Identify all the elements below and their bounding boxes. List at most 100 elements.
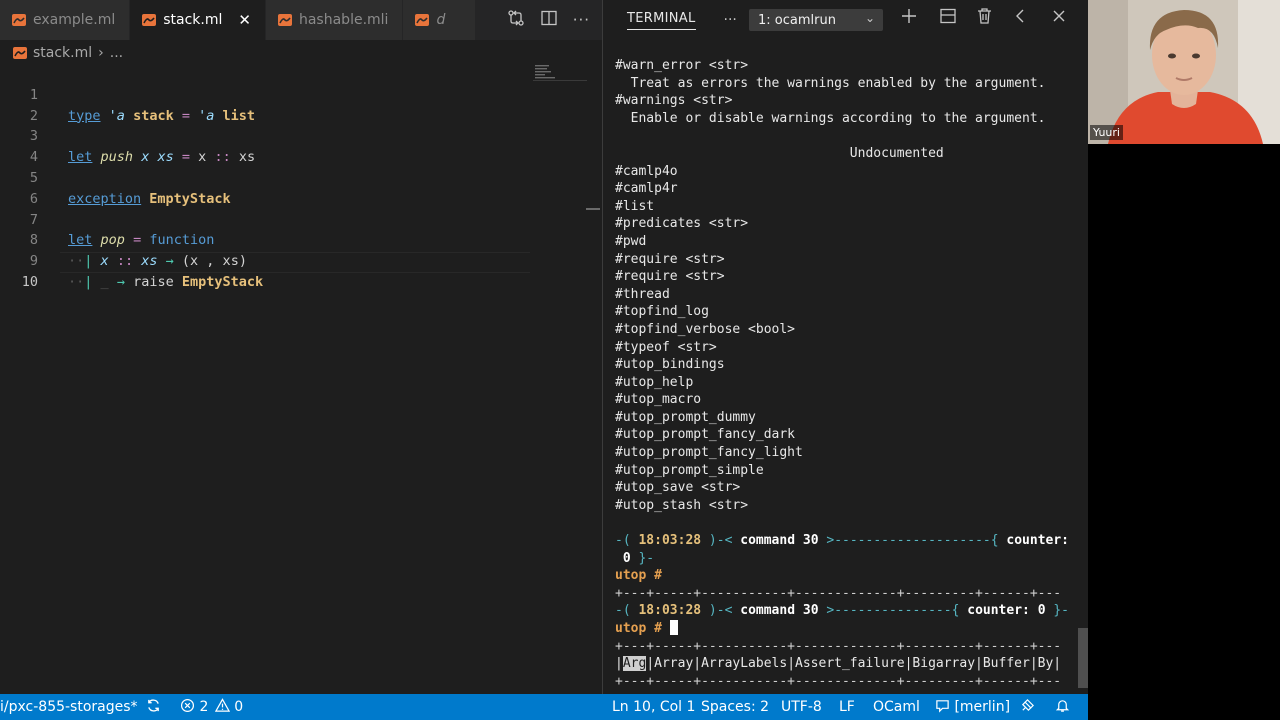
problems-indicator[interactable]: 2 0 — [180, 694, 243, 720]
feedback-icon[interactable] — [1020, 694, 1035, 720]
code-line: 1 type 'a stack = 'a list — [0, 64, 590, 124]
terminal-line: #warnings <str> — [615, 93, 733, 109]
minimap[interactable] — [533, 64, 587, 84]
encoding[interactable]: UTF-8 — [781, 694, 822, 720]
code-editor[interactable]: 1 type 'a stack = 'a list 2 3 let push x… — [0, 64, 590, 290]
overview-ruler-mark — [586, 208, 600, 210]
terminal-cursor — [669, 620, 678, 635]
plus-icon[interactable] — [901, 8, 917, 29]
sync-icon[interactable] — [146, 694, 161, 720]
prompt-dashes: --------------- — [834, 603, 952, 619]
merlin-status[interactable]: [merlin] — [935, 694, 1010, 720]
more-actions-icon[interactable]: ··· — [573, 11, 590, 29]
code-line: 10 — [0, 251, 590, 290]
code-line: 9 ··| _ → raise EmptyStack — [0, 230, 590, 290]
cursor-position[interactable]: Ln 10, Col 1 — [612, 694, 695, 720]
code-line: 6 — [0, 168, 590, 207]
close-icon[interactable]: ✕ — [238, 11, 251, 29]
code-line: 4 — [0, 126, 590, 165]
terminal-line: #require <str> — [615, 269, 725, 285]
chevron-right-icon: › — [98, 45, 104, 61]
trash-icon[interactable] — [977, 8, 992, 29]
tab-hashable-mli[interactable]: hashable.mli — [265, 0, 404, 40]
split-terminal-icon[interactable] — [940, 8, 956, 29]
broadcast-icon — [936, 700, 949, 713]
terminal-line: #utop_save <str> — [615, 480, 741, 496]
arrow: → — [116, 273, 125, 290]
utop-status-line: -( 18:03:28 )-< command 30 >------------… — [615, 603, 1070, 619]
prompt-counter-label: counter: — [1006, 533, 1070, 549]
prompt-command: command 30 — [740, 603, 819, 619]
terminal-scrollbar[interactable] — [1078, 628, 1088, 688]
tab-stack-ml[interactable]: stack.ml ✕ — [130, 0, 266, 40]
close-icon[interactable] — [1052, 8, 1066, 29]
merlin-label: [merlin] — [954, 699, 1011, 715]
terminal-line: #utop_bindings — [615, 357, 725, 373]
completion-border: +---+-----+-----------+-------------+---… — [615, 638, 1062, 654]
breadcrumb-file[interactable]: stack.ml — [33, 45, 92, 61]
language-mode[interactable]: OCaml — [873, 694, 920, 720]
line-number: 10 — [21, 273, 38, 290]
terminal-line: #topfind_log — [615, 304, 709, 320]
prompt-command: command 30 — [740, 533, 819, 549]
prompt-time: 18:03:28 — [638, 533, 702, 549]
editor-actions: ··· — [496, 0, 602, 40]
ocaml-file-icon — [142, 14, 157, 26]
error-icon — [180, 698, 195, 713]
terminal-line: Treat as errors the warnings enabled by … — [615, 75, 1046, 91]
terminal-tab[interactable]: TERMINAL — [627, 11, 696, 30]
ocaml-file-icon — [415, 14, 430, 26]
tab-label: example.ml — [33, 12, 116, 28]
terminal-line: Enable or disable warnings according to … — [615, 110, 1046, 126]
end-of-line[interactable]: LF — [839, 694, 855, 720]
terminal-line: #utop_stash <str> — [615, 497, 749, 513]
terminal-shell-select[interactable]: 1: ocamlrun ⌄ — [749, 9, 883, 31]
terminal-line: #predicates <str> — [615, 216, 749, 232]
terminal-line: #utop_prompt_dummy — [615, 409, 756, 425]
utop-prompt: utop # — [615, 567, 1081, 585]
video-area: Yuuri — [1088, 0, 1280, 720]
terminal-output[interactable]: #warn_error <str> Treat as errors the wa… — [615, 57, 1081, 690]
breadcrumb: stack.ml › ... — [0, 40, 602, 66]
completion-bar[interactable]: |Arg|Array|ArrayLabels|Assert_failure|Bi… — [615, 655, 1081, 673]
webcam-person-image — [1088, 0, 1280, 144]
bell-icon[interactable] — [1055, 694, 1070, 720]
completion-items[interactable]: |Array|ArrayLabels|Assert_failure|Bigarr… — [646, 656, 1061, 671]
warning-count: 0 — [234, 699, 244, 715]
tab-example-ml[interactable]: example.ml — [0, 0, 131, 40]
prompt-label: utop # — [615, 568, 662, 584]
terminal-line: #pwd — [615, 233, 647, 249]
more-icon[interactable]: ··· — [724, 12, 737, 28]
terminal-line: #utop_macro — [615, 392, 702, 408]
editor-pane: example.ml stack.ml ✕ hashable.mli d ···… — [0, 0, 602, 694]
tab-label: d — [436, 12, 446, 28]
code-line: 8 ··| x :: xs → (x , xs) — [0, 210, 590, 269]
indentation[interactable]: Spaces: 2 — [701, 694, 769, 720]
terminal-line: #utop_help — [615, 374, 694, 390]
terminal-line: #utop_prompt_fancy_light — [615, 445, 803, 461]
webcam-feed: Yuuri — [1088, 0, 1280, 144]
code-line: 2 — [0, 85, 590, 124]
terminal-line: #topfind_verbose <bool> — [615, 321, 796, 337]
breadcrumb-symbols[interactable]: ... — [110, 45, 123, 61]
completion-selected[interactable]: Arg — [622, 656, 647, 672]
split-editor-icon[interactable] — [541, 10, 557, 30]
prompt-label: utop # — [615, 621, 662, 636]
prompt-dashes: -------------------- — [834, 533, 991, 549]
terminal-line: #camlp4r — [615, 181, 678, 197]
code-line: 3 let push x xs = x :: xs — [0, 106, 590, 165]
prompt-counter: 0 — [622, 550, 631, 566]
chevron-left-icon[interactable] — [1015, 8, 1025, 29]
prompt-counter-label: counter: — [967, 603, 1030, 619]
terminal-line: #list — [615, 198, 655, 214]
terminal-line: #thread — [615, 286, 670, 302]
compare-changes-icon[interactable] — [507, 9, 525, 31]
terminal-line: Undocumented — [615, 145, 944, 161]
tab-overflow[interactable]: d — [403, 0, 477, 40]
git-branch[interactable]: i/pxc-855-storages* — [0, 694, 138, 720]
error-count: 2 — [199, 699, 209, 715]
ocaml-file-icon — [277, 14, 292, 26]
code-line: 5 exception EmptyStack — [0, 147, 590, 207]
completion-border: +---+-----+-----------+-------------+---… — [615, 585, 1062, 601]
tab-label: stack.ml — [163, 12, 223, 28]
